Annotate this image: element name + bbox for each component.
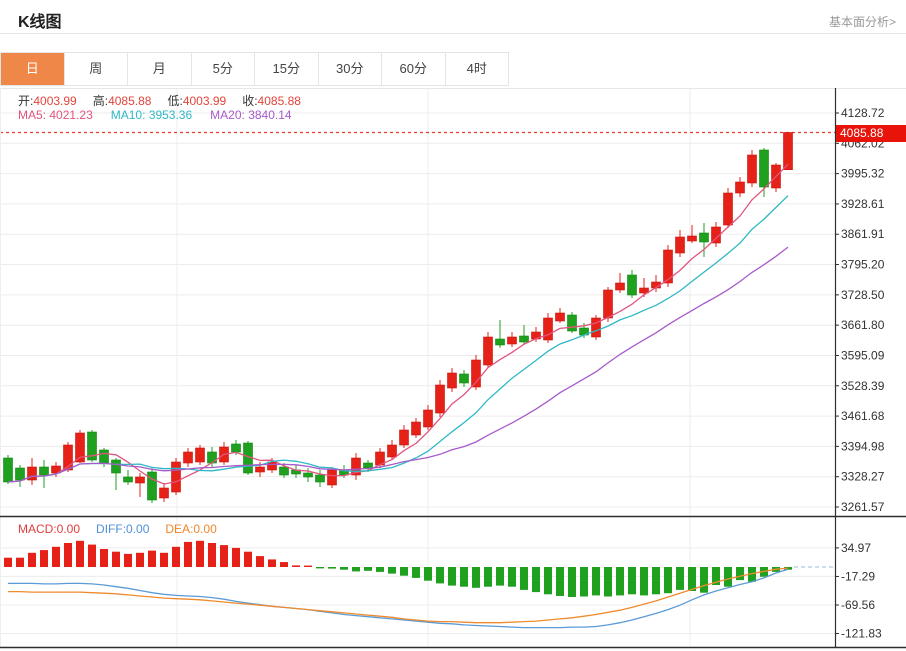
current-price-tag: 4085.88 <box>836 125 906 142</box>
ma20-value: MA20: 3840.14 <box>210 108 292 122</box>
ma5-line <box>7 163 789 485</box>
tab-30min[interactable]: 30分 <box>318 53 382 85</box>
ma10-value: MA10: 3953.36 <box>110 108 193 122</box>
svg-text:4128.72: 4128.72 <box>841 106 885 120</box>
tab-5min[interactable]: 5分 <box>191 53 255 85</box>
svg-text:3595.09: 3595.09 <box>841 348 885 362</box>
ma5-value: MA5: 4021.23 <box>18 108 93 122</box>
tab-60min[interactable]: 60分 <box>382 53 446 85</box>
close-value: 收:4085.88 <box>242 94 301 108</box>
svg-text:-17.29: -17.29 <box>841 569 875 583</box>
svg-text:3461.68: 3461.68 <box>841 409 885 423</box>
tab-week[interactable]: 周 <box>64 53 128 85</box>
svg-text:34.97: 34.97 <box>841 541 871 555</box>
svg-text:3928.61: 3928.61 <box>841 197 885 211</box>
tab-day[interactable]: 日 <box>1 53 65 85</box>
macd-values-row: MACD:0.00 DIFF:0.00 DEA:0.00 <box>18 522 217 536</box>
open-value: 开:4003.99 <box>18 94 77 108</box>
tab-month[interactable]: 月 <box>128 53 192 85</box>
svg-text:3394.98: 3394.98 <box>841 439 885 453</box>
price-axis-labels: 4128.724062.023995.323928.613861.913795.… <box>835 106 885 641</box>
tab-4hour[interactable]: 4时 <box>445 53 508 85</box>
svg-text:-121.83: -121.83 <box>841 627 882 641</box>
high-value: 高:4085.88 <box>92 94 152 108</box>
svg-text:3795.20: 3795.20 <box>841 258 885 272</box>
ohlc-row: 开:4003.99 高:4085.88 低:4003.99 收:4085.88 <box>18 92 301 109</box>
svg-text:-69.56: -69.56 <box>841 598 875 612</box>
dea-value: DEA:0.00 <box>165 522 217 536</box>
svg-text:3728.50: 3728.50 <box>841 288 885 302</box>
svg-text:3328.27: 3328.27 <box>841 470 885 484</box>
tab-15min[interactable]: 15分 <box>255 53 319 85</box>
svg-text:3261.57: 3261.57 <box>841 500 885 514</box>
macd-histogram <box>4 540 792 597</box>
svg-text:3861.91: 3861.91 <box>841 227 885 241</box>
low-value: 低:4003.99 <box>167 94 227 108</box>
chart-frame <box>0 88 906 649</box>
ma-row: MA5: 4021.23 MA10: 3953.36 MA20: 3840.14 <box>18 108 292 122</box>
candlesticks <box>3 132 793 504</box>
timeframe-tabbar: 日 周 月 5分 15分 30分 60分 4时 <box>0 52 509 86</box>
svg-text:3528.39: 3528.39 <box>841 379 885 393</box>
macd-value: MACD:0.00 <box>18 522 81 536</box>
kline-app: K线图 基本面分析> 日 周 月 5分 15分 30分 60分 4时 开:400… <box>0 0 906 651</box>
ma10-line <box>7 195 789 483</box>
diff-value: DIFF:0.00 <box>96 522 150 536</box>
svg-text:3995.32: 3995.32 <box>841 167 885 181</box>
svg-text:3661.80: 3661.80 <box>841 318 885 332</box>
